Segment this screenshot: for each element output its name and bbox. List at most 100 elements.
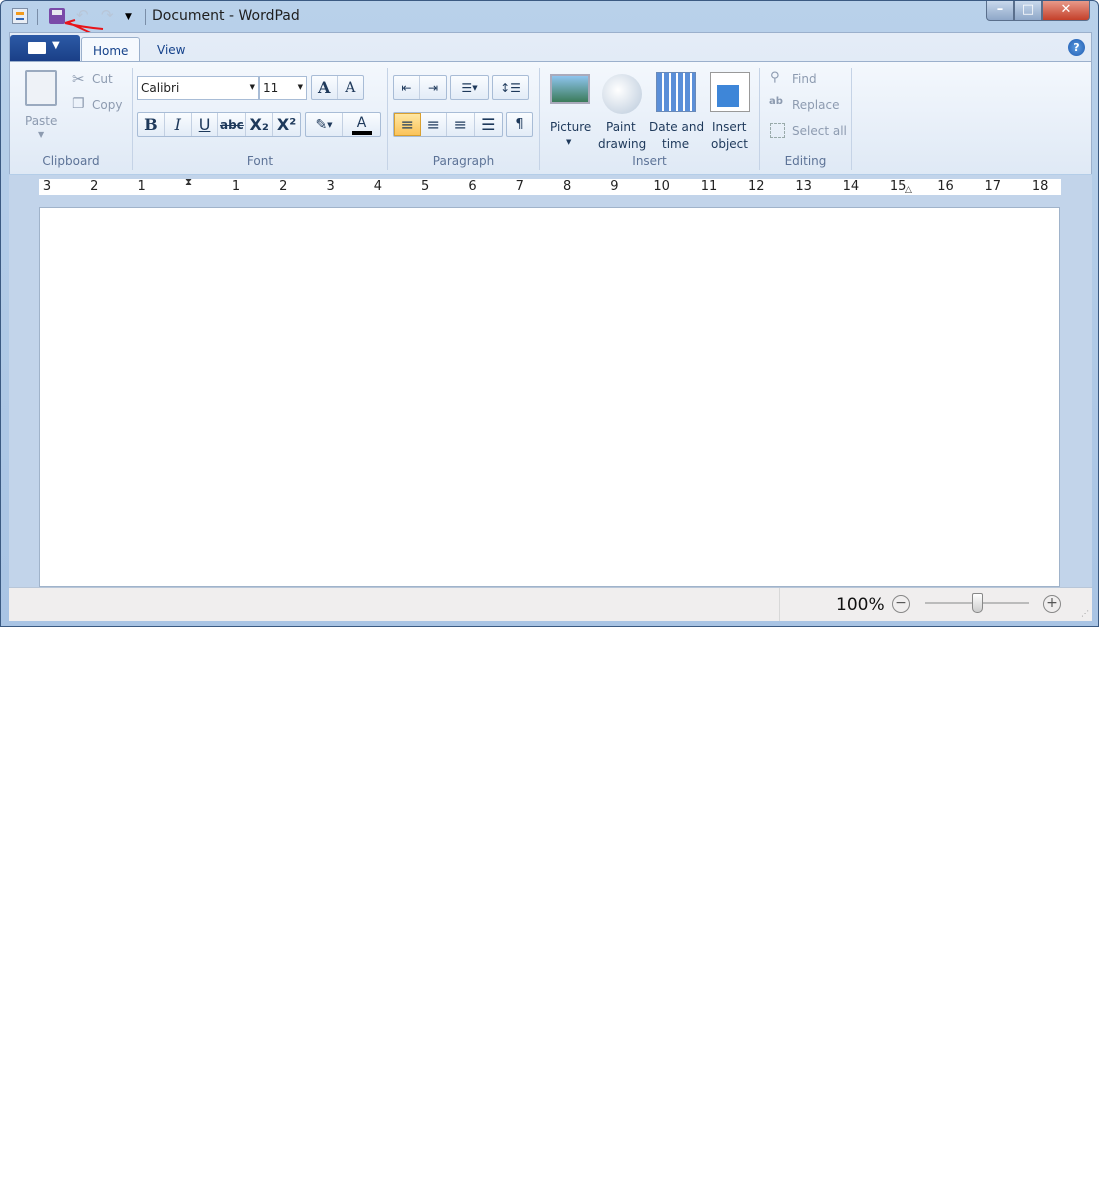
insert-object-icon[interactable] <box>710 72 750 112</box>
chevron-down-icon: ▼ <box>52 40 60 51</box>
paragraph-group: ⇤ ⇥ ☰ ▼ ↕☰ ≡ ≡ ≡ ☰ ¶ Paragraph <box>388 68 540 170</box>
align-center-button[interactable]: ≡ <box>421 113 448 136</box>
ruler-label: 17 <box>984 179 1002 194</box>
document-page[interactable] <box>39 207 1060 587</box>
ruler-label: 15 <box>889 179 907 194</box>
ruler-label: 9 <box>610 179 619 194</box>
ruler-label: 8 <box>562 179 572 194</box>
font-style-buttons: B I U abc X₂ X² <box>137 112 301 137</box>
date-time-line2[interactable]: time <box>662 137 689 151</box>
paint-label-line1[interactable]: Paint <box>606 120 636 134</box>
font-size-select[interactable]: 11 ▼ <box>259 76 307 100</box>
picture-button[interactable]: Picture <box>550 120 591 134</box>
zoom-in-button[interactable]: + <box>1043 595 1061 613</box>
italic-button[interactable]: I <box>165 113 192 136</box>
date-time-line1[interactable]: Date and <box>649 120 704 134</box>
title-bar: ↶ ↷ ▼ Document - WordPad – □ ✕ <box>1 1 1098 31</box>
paste-button[interactable]: Paste <box>25 114 57 128</box>
zoom-slider-thumb[interactable] <box>972 593 983 613</box>
ruler-label: 18 <box>1031 179 1049 194</box>
font-family-value: Calibri <box>141 81 180 95</box>
wordpad-window: ↶ ↷ ▼ Document - WordPad – □ ✕ ▼ Home Vi… <box>0 0 1099 627</box>
strikethrough-button[interactable]: abc <box>218 113 247 136</box>
font-size-value: 11 <box>263 81 279 95</box>
subscript-button[interactable]: X₂ <box>246 113 274 136</box>
superscript-button[interactable]: X² <box>273 113 300 136</box>
zoom-out-button[interactable]: − <box>892 595 910 613</box>
paint-label-line2[interactable]: drawing <box>598 137 646 151</box>
calendar-clock-icon[interactable] <box>656 72 696 112</box>
ruler-label: 2 <box>279 179 288 194</box>
copy-icon: ❐ <box>72 96 85 112</box>
bold-button[interactable]: B <box>138 113 165 136</box>
chevron-down-icon: ▼ <box>249 83 255 91</box>
justify-button[interactable]: ☰ <box>475 113 502 136</box>
close-button[interactable]: ✕ <box>1042 1 1090 21</box>
ruler-label: 1 <box>231 179 241 194</box>
minimize-button[interactable]: – <box>986 1 1014 21</box>
clipboard-group: Paste ▼ ✂ Cut ❐ Copy Clipboard <box>10 68 133 170</box>
help-icon[interactable]: ? <box>1068 39 1085 56</box>
shrink-font-button[interactable]: A <box>338 76 363 99</box>
underline-button[interactable]: U <box>192 113 219 136</box>
replace-button[interactable]: Replace <box>792 98 839 112</box>
maximize-button[interactable]: □ <box>1014 1 1042 21</box>
text-color-button[interactable]: A <box>343 113 380 136</box>
application-menu-button[interactable]: ▼ <box>10 35 80 61</box>
insert-object-line1[interactable]: Insert <box>712 120 746 134</box>
align-right-button[interactable]: ≡ <box>447 113 475 136</box>
picture-icon[interactable] <box>550 74 590 104</box>
select-all-button[interactable]: Select all <box>792 124 847 138</box>
resize-grip-icon[interactable]: ⋰ <box>1081 609 1089 618</box>
ruler-label: 14 <box>842 179 860 194</box>
group-label: Clipboard <box>42 154 100 168</box>
decrease-indent-button[interactable]: ⇤ <box>394 76 421 99</box>
increase-indent-button[interactable]: ⇥ <box>420 76 446 99</box>
find-button[interactable]: Find <box>792 72 817 86</box>
grow-font-button[interactable]: A <box>312 76 338 99</box>
group-label: Font <box>246 154 274 168</box>
copy-button[interactable]: Copy <box>92 98 122 112</box>
document-icon <box>28 42 46 54</box>
status-bar: 100% − + ⋰ <box>9 587 1092 621</box>
ruler-label: 10 <box>653 179 670 194</box>
text-color-glyph: A <box>356 114 367 131</box>
replace-icon: ab <box>769 96 783 107</box>
align-left-button[interactable]: ≡ <box>394 113 421 136</box>
font-family-select[interactable]: Calibri ▼ <box>137 76 259 100</box>
ruler-label: 16 <box>937 179 954 194</box>
group-label: Editing <box>784 154 827 168</box>
paste-icon[interactable] <box>25 70 57 106</box>
group-label: Paragraph <box>432 154 495 168</box>
tab-home[interactable]: Home <box>81 37 141 61</box>
highlight-color-button[interactable]: ✎ ▼ <box>306 113 344 136</box>
tab-view[interactable]: View <box>146 37 196 61</box>
ruler-label: 13 <box>795 179 812 194</box>
indent-marker-icon[interactable]: ⧗ <box>185 177 192 188</box>
paragraph-settings-button[interactable]: ¶ <box>506 112 533 137</box>
line-spacing-button[interactable]: ↕☰ <box>492 75 529 100</box>
cut-button[interactable]: Cut <box>92 72 113 86</box>
line-spacing-icon: ↕☰ <box>500 80 521 95</box>
ruler[interactable]: 3 2 1 1 2 3 4 5 6 7 8 9 10 11 12 13 14 15 16 17 18 ⧗ △ <box>9 175 1092 205</box>
paragraph-icon: ¶ <box>515 117 524 132</box>
editing-group: ⚲ Find ab Replace Select all Editing <box>760 68 852 170</box>
group-label: Insert <box>632 154 667 168</box>
window-title: Document - WordPad <box>152 8 300 24</box>
color-buttons: ✎ ▼ A <box>305 112 381 137</box>
right-indent-marker-icon[interactable]: △ <box>905 185 912 195</box>
wordpad-app-icon[interactable] <box>12 8 28 24</box>
insert-object-line2[interactable]: object <box>711 137 748 151</box>
ruler-label: 7 <box>515 179 524 194</box>
paint-palette-icon[interactable] <box>602 74 642 114</box>
ribbon-tabs: ▼ Home View ? <box>10 33 1091 61</box>
bullet-list-icon: ☰ ▼ <box>461 80 478 95</box>
ruler-label: 11 <box>700 179 718 194</box>
chevron-down-icon: ▼ <box>297 83 303 91</box>
ruler-label: 3 <box>326 179 335 194</box>
alignment-buttons: ≡ ≡ ≡ ☰ <box>393 112 503 137</box>
bullets-button[interactable]: ☰ ▼ <box>450 75 489 100</box>
font-size-buttons: A A <box>311 75 364 100</box>
ruler-label: 12 <box>748 179 765 194</box>
select-all-icon <box>770 123 785 138</box>
